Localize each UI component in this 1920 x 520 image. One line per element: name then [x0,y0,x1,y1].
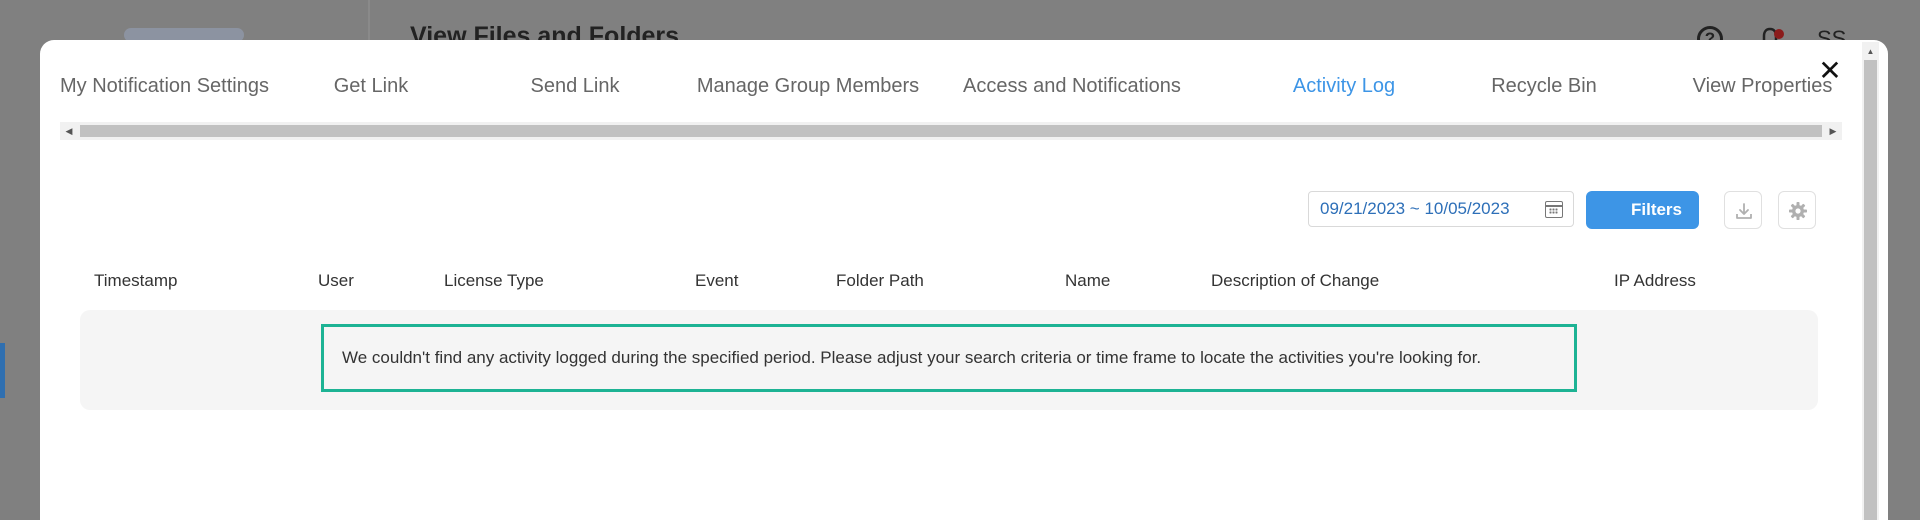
horizontal-scrollbar-thumb[interactable] [80,125,1822,137]
scroll-left-arrow-icon[interactable]: ◀ [60,122,78,140]
download-icon [1736,203,1752,219]
vertical-scrollbar[interactable]: ▲ [1862,42,1879,520]
column-header-user[interactable]: User [318,271,354,291]
vertical-scrollbar-thumb[interactable] [1864,60,1877,520]
horizontal-scrollbar[interactable]: ◀ ▶ [60,122,1842,140]
activity-log-modal: ✕ ▲ My Notification Settings Get Link Se… [40,40,1888,520]
column-header-ip-address[interactable]: IP Address [1614,271,1696,291]
column-header-timestamp[interactable]: Timestamp [94,271,177,291]
column-header-event[interactable]: Event [695,271,738,291]
filters-button[interactable]: Filters [1586,191,1699,229]
column-header-name[interactable]: Name [1065,271,1110,291]
scroll-up-arrow-icon[interactable]: ▲ [1862,46,1879,58]
download-button[interactable] [1724,191,1762,229]
sidebar-active-marker [0,343,5,398]
column-header-folder-path[interactable]: Folder Path [836,271,924,291]
notification-dot [1774,29,1784,39]
calendar-icon [1545,201,1563,218]
scroll-right-arrow-icon[interactable]: ▶ [1824,122,1842,140]
date-range-picker[interactable]: 09/21/2023 ~ 10/05/2023 [1308,191,1574,227]
settings-button[interactable] [1778,191,1816,229]
date-range-value: 09/21/2023 ~ 10/05/2023 [1320,199,1510,218]
empty-state-message: We couldn't find any activity logged dur… [321,324,1577,392]
gear-icon [1789,202,1807,220]
column-header-license-type[interactable]: License Type [444,271,544,291]
column-header-description-of-change[interactable]: Description of Change [1211,271,1379,291]
